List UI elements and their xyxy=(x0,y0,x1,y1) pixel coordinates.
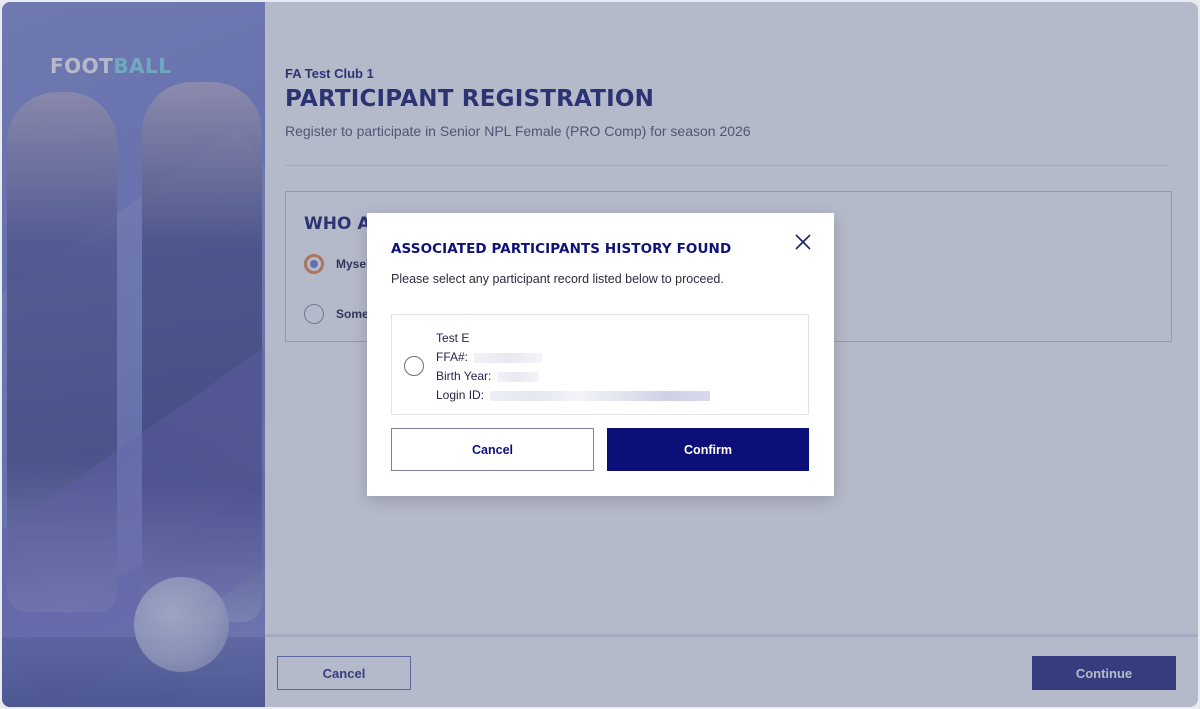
record-login-id-label: Login ID: xyxy=(436,388,485,402)
redacted-login-id xyxy=(490,390,711,401)
participant-record-option[interactable]: Test E FFA#: Birth Year: Login ID: xyxy=(391,314,809,415)
redacted-birth-year xyxy=(497,371,540,382)
modal-cancel-button[interactable]: Cancel xyxy=(391,428,594,471)
record-ffa-label: FFA#: xyxy=(436,350,469,364)
participant-record-details: Test E FFA#: Birth Year: Login ID: xyxy=(436,329,711,405)
redacted-ffa-number xyxy=(474,352,543,363)
record-name: Test E xyxy=(436,331,470,345)
participant-record-radio[interactable] xyxy=(404,356,424,376)
modal-description: Please select any participant record lis… xyxy=(391,272,724,286)
close-icon[interactable] xyxy=(791,230,815,254)
modal-title: ASSOCIATED PARTICIPANTS HISTORY FOUND xyxy=(391,241,732,257)
participant-history-modal: ASSOCIATED PARTICIPANTS HISTORY FOUND Pl… xyxy=(367,213,834,496)
record-birth-year-label: Birth Year: xyxy=(436,369,492,383)
modal-confirm-button[interactable]: Confirm xyxy=(607,428,809,471)
